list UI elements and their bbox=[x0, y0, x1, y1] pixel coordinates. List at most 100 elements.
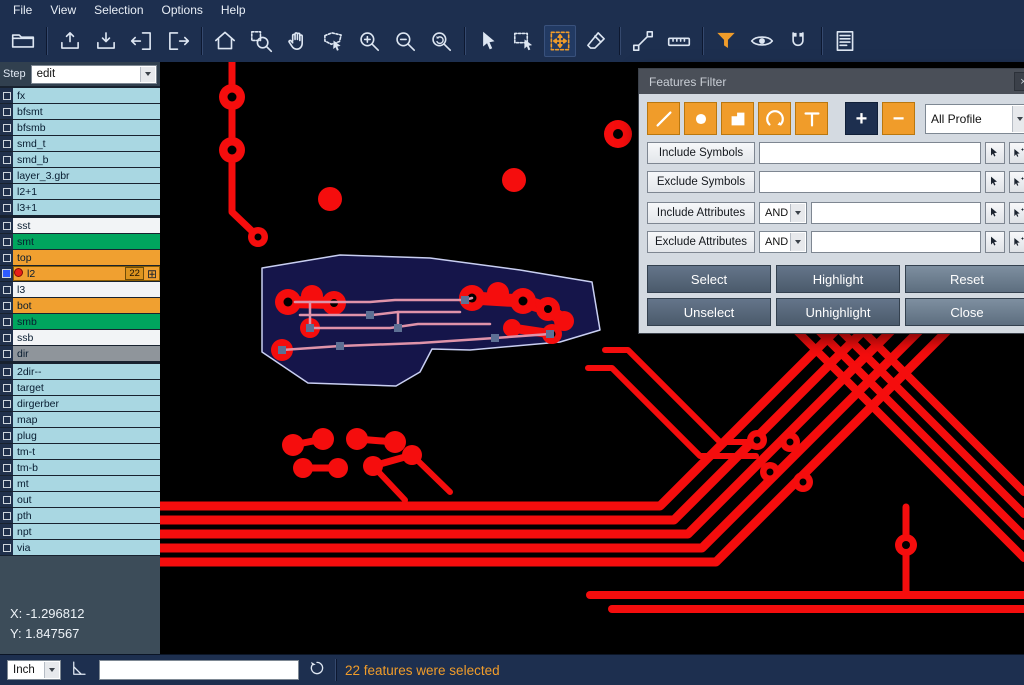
layer-name[interactable]: mt bbox=[13, 476, 160, 491]
layer-row[interactable]: via bbox=[0, 540, 160, 555]
menu-view[interactable]: View bbox=[41, 1, 85, 19]
layer-visibility-checkbox[interactable] bbox=[0, 508, 13, 523]
layer-row[interactable]: fx bbox=[0, 88, 160, 103]
pick-attribute-icon[interactable] bbox=[985, 231, 1005, 253]
reset-button[interactable]: Reset bbox=[905, 265, 1024, 293]
layer-row[interactable]: l2+1 bbox=[0, 184, 160, 199]
menu-file[interactable]: File bbox=[4, 1, 41, 19]
layer-visibility-checkbox[interactable] bbox=[0, 234, 13, 249]
layer-visibility-checkbox[interactable] bbox=[0, 298, 13, 313]
menu-help[interactable]: Help bbox=[212, 1, 255, 19]
pick-symbol-icon[interactable] bbox=[985, 171, 1005, 193]
layer-row[interactable]: bfsmb bbox=[0, 120, 160, 135]
include-symbols-button[interactable]: Include Symbols bbox=[647, 142, 755, 164]
include-attributes-operator-select[interactable]: AND bbox=[759, 202, 807, 224]
selection-region[interactable] bbox=[262, 255, 600, 386]
layer-row-l2-active[interactable]: l2 22 ⊞ bbox=[0, 266, 160, 281]
surface-tool-button[interactable] bbox=[721, 102, 754, 135]
arc-tool-button[interactable] bbox=[758, 102, 791, 135]
layer-name[interactable]: map bbox=[13, 412, 160, 427]
menu-options[interactable]: Options bbox=[153, 1, 212, 19]
eye-icon[interactable] bbox=[746, 25, 778, 57]
close-icon[interactable]: × bbox=[1014, 72, 1024, 91]
layer-row[interactable]: bot bbox=[0, 298, 160, 313]
layer-row[interactable]: dirgerber bbox=[0, 396, 160, 411]
pick-attribute-star-icon[interactable] bbox=[1009, 231, 1024, 253]
layer-row[interactable]: 2dir-- bbox=[0, 364, 160, 379]
layer-visibility-checkbox[interactable] bbox=[0, 218, 13, 233]
layer-name[interactable]: plug bbox=[13, 428, 160, 443]
measure-line-icon[interactable] bbox=[627, 25, 659, 57]
step-select[interactable]: edit bbox=[31, 65, 157, 84]
layer-visibility-checkbox[interactable] bbox=[0, 314, 13, 329]
layer-visibility-checkbox[interactable] bbox=[0, 104, 13, 119]
exclude-attributes-button[interactable]: Exclude Attributes bbox=[647, 231, 755, 253]
layer-visibility-checkbox[interactable] bbox=[0, 330, 13, 345]
refresh-icon[interactable] bbox=[308, 659, 326, 682]
dialog-title-bar[interactable]: Features Filter × bbox=[639, 69, 1024, 94]
layer-visibility-checkbox[interactable] bbox=[0, 266, 13, 281]
transform-select-icon[interactable] bbox=[544, 25, 576, 57]
layer-row[interactable]: smd_t bbox=[0, 136, 160, 151]
layer-name[interactable]: l2+1 bbox=[13, 184, 160, 199]
tray-arrow-down-icon[interactable] bbox=[90, 25, 122, 57]
layer-name[interactable]: out bbox=[13, 492, 160, 507]
layer-visibility-checkbox[interactable] bbox=[0, 412, 13, 427]
layer-row[interactable]: plug bbox=[0, 428, 160, 443]
layer-row[interactable]: smd_b bbox=[0, 152, 160, 167]
layer-visibility-checkbox[interactable] bbox=[0, 444, 13, 459]
layer-name[interactable]: sst bbox=[13, 218, 160, 233]
home-icon[interactable] bbox=[209, 25, 241, 57]
lasso-select-icon[interactable] bbox=[317, 25, 349, 57]
filter-icon[interactable] bbox=[710, 25, 742, 57]
layer-name[interactable]: bot bbox=[13, 298, 160, 313]
exclude-attributes-operator-select[interactable]: AND bbox=[759, 231, 807, 253]
pick-symbol-star-icon[interactable] bbox=[1009, 142, 1024, 164]
layer-name[interactable]: smb bbox=[13, 314, 160, 329]
command-input[interactable] bbox=[99, 660, 299, 680]
layer-row[interactable]: dir bbox=[0, 346, 160, 361]
pan-hand-icon[interactable] bbox=[281, 25, 313, 57]
layer-name[interactable]: dir bbox=[13, 346, 160, 361]
layer-row[interactable]: mt bbox=[0, 476, 160, 491]
layer-visibility-checkbox[interactable] bbox=[0, 476, 13, 491]
layer-row[interactable]: sst bbox=[0, 218, 160, 233]
layer-row[interactable]: ssb bbox=[0, 330, 160, 345]
layer-row[interactable]: l3+1 bbox=[0, 200, 160, 215]
layer-visibility-checkbox[interactable] bbox=[0, 524, 13, 539]
layer-row[interactable]: top bbox=[0, 250, 160, 265]
layer-name[interactable]: l3 bbox=[13, 282, 160, 297]
layer-name[interactable]: via bbox=[13, 540, 160, 555]
layer-visibility-checkbox[interactable] bbox=[0, 346, 13, 361]
layer-visibility-checkbox[interactable] bbox=[0, 120, 13, 135]
layer-row[interactable]: bfsmt bbox=[0, 104, 160, 119]
layer-row[interactable]: smt bbox=[0, 234, 160, 249]
text-tool-button[interactable] bbox=[795, 102, 828, 135]
layer-visibility-checkbox[interactable] bbox=[0, 88, 13, 103]
layer-name[interactable]: tm-t bbox=[13, 444, 160, 459]
report-icon[interactable] bbox=[829, 25, 861, 57]
layer-visibility-checkbox[interactable] bbox=[0, 396, 13, 411]
layer-name[interactable]: l2 22 ⊞ bbox=[13, 266, 160, 281]
layer-name[interactable]: dirgerber bbox=[13, 396, 160, 411]
add-filter-button[interactable]: + bbox=[845, 102, 878, 135]
layer-visibility-checkbox[interactable] bbox=[0, 428, 13, 443]
layer-visibility-checkbox[interactable] bbox=[0, 540, 13, 555]
line-tool-button[interactable] bbox=[647, 102, 680, 135]
layer-name[interactable]: tm-b bbox=[13, 460, 160, 475]
layer-visibility-checkbox[interactable] bbox=[0, 380, 13, 395]
pointer-icon[interactable] bbox=[472, 25, 504, 57]
layer-name[interactable]: l3+1 bbox=[13, 200, 160, 215]
unselect-button[interactable]: Unselect bbox=[647, 298, 771, 326]
layer-visibility-checkbox[interactable] bbox=[0, 364, 13, 379]
layer-visibility-checkbox[interactable] bbox=[0, 460, 13, 475]
magnet-icon[interactable] bbox=[782, 25, 814, 57]
layer-name[interactable]: pth bbox=[13, 508, 160, 523]
layer-row[interactable]: tm-t bbox=[0, 444, 160, 459]
highlight-button[interactable]: Highlight bbox=[776, 265, 900, 293]
layer-row[interactable]: tm-b bbox=[0, 460, 160, 475]
include-attributes-button[interactable]: Include Attributes bbox=[647, 202, 755, 224]
layer-visibility-checkbox[interactable] bbox=[0, 492, 13, 507]
layer-visibility-checkbox[interactable] bbox=[0, 136, 13, 151]
layer-visibility-checkbox[interactable] bbox=[0, 282, 13, 297]
